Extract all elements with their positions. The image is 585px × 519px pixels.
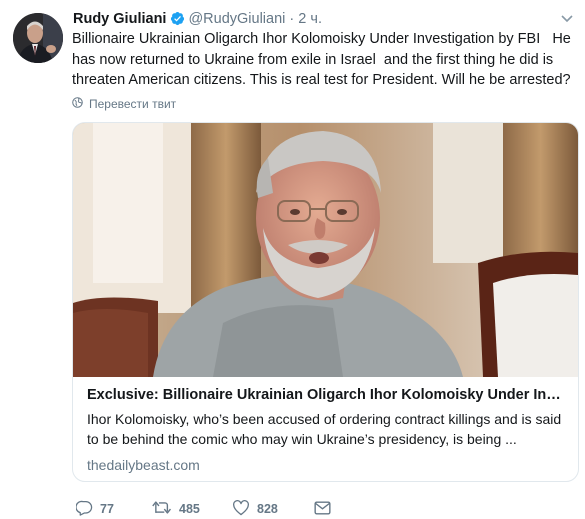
reply-count: 77 (100, 502, 114, 516)
card-description: Ihor Kolomoisky, who’s been accused of o… (87, 411, 562, 447)
retweet-icon (152, 500, 172, 518)
tweet-actions: 77 485 828 (75, 499, 331, 519)
envelope-icon (314, 501, 331, 518)
translate-link[interactable]: Перевести твит (72, 96, 176, 112)
avatar-photo (13, 13, 63, 63)
author-name[interactable]: Rudy Giuliani (73, 11, 166, 27)
link-card[interactable]: Exclusive: Billionaire Ukrainian Oligarc… (72, 122, 579, 482)
time-separator: · (289, 11, 295, 27)
timestamp[interactable]: 2 ч. (298, 11, 322, 27)
card-title[interactable]: Exclusive: Billionaire Ukrainian Oligarc… (87, 385, 566, 405)
tweet-header: Rudy Giuliani @RudyGiuliani · 2 ч. (73, 9, 575, 29)
author-handle[interactable]: @RudyGiuliani (188, 11, 285, 27)
card-body: Exclusive: Billionaire Ukrainian Oligarc… (87, 385, 566, 475)
chevron-down-icon[interactable] (561, 9, 573, 29)
card-domain[interactable]: thedailybeast.com (87, 455, 566, 475)
retweet-count: 485 (179, 502, 200, 516)
like-count: 828 (257, 502, 278, 516)
card-image[interactable] (73, 123, 578, 377)
globe-icon (72, 96, 83, 112)
direct-message-button[interactable] (314, 501, 331, 518)
translate-label: Перевести твит (89, 97, 177, 111)
avatar[interactable] (13, 13, 63, 63)
retweet-button[interactable]: 485 (152, 500, 232, 518)
tweet-text: Billionaire Ukrainian Oligarch Ihor Kolo… (72, 31, 575, 88)
